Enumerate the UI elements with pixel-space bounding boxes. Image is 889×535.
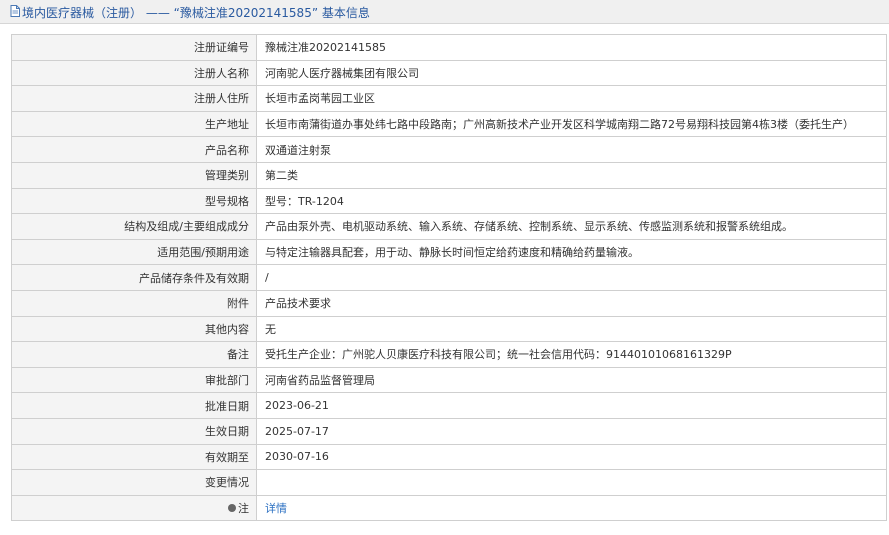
info-row: 管理类别 第二类 xyxy=(11,161,887,189)
note-label-cell: 注 xyxy=(11,494,257,522)
field-label: 型号规格 xyxy=(11,187,257,215)
field-label: 结构及组成/主要组成成分 xyxy=(11,213,257,240)
field-label: 生效日期 xyxy=(11,417,257,445)
note-label: 注 xyxy=(238,501,249,515)
field-label: 注册人住所 xyxy=(11,85,257,112)
info-row: 生产地址 长垣市南蒲街道办事处纬七路中段路南；广州高新技术产业开发区科学城南翔二路… xyxy=(11,110,887,138)
field-label: 其他内容 xyxy=(11,315,257,343)
field-value: 豫械注准20202141585 xyxy=(256,34,887,61)
field-label: 批准日期 xyxy=(11,392,257,419)
field-value: 长垣市南蒲街道办事处纬七路中段路南；广州高新技术产业开发区科学城南翔二路72号易… xyxy=(256,110,887,138)
info-row: 附件 产品技术要求 xyxy=(11,289,887,317)
field-label: 有效期至 xyxy=(11,443,257,471)
info-row: 审批部门 河南省药品监督管理局 xyxy=(11,366,887,394)
field-value xyxy=(256,469,887,496)
info-row: 注册人住所 长垣市孟岗苇园工业区 xyxy=(11,85,887,112)
field-label: 生产地址 xyxy=(11,110,257,138)
info-row: 批准日期 2023-06-21 xyxy=(11,392,887,419)
info-row: 产品名称 双通道注射泵 xyxy=(11,136,887,163)
field-value: 无 xyxy=(256,315,887,343)
field-label: 审批部门 xyxy=(11,366,257,394)
info-row: 适用范围/预期用途 与特定注输器具配套，用于动、静脉长时间恒定给药速度和精确给药量… xyxy=(11,238,887,266)
info-row: 有效期至 2030-07-16 xyxy=(11,443,887,471)
info-row: 生效日期 2025-07-17 xyxy=(11,417,887,445)
field-value: 受托生产企业：广州驼人贝康医疗科技有限公司；统一社会信用代码：914401010… xyxy=(256,341,887,368)
field-label: 注册证编号 xyxy=(11,34,257,61)
field-label: 变更情况 xyxy=(11,469,257,496)
details-link[interactable]: 详情 xyxy=(265,502,287,515)
info-row: 变更情况 xyxy=(11,469,887,496)
field-value: 长垣市孟岗苇园工业区 xyxy=(256,85,887,112)
field-label: 管理类别 xyxy=(11,161,257,189)
field-label: 附件 xyxy=(11,289,257,317)
field-value: 型号：TR-1204 xyxy=(256,187,887,215)
field-value: 2030-07-16 xyxy=(256,443,887,471)
info-row: 注册人名称 河南驼人医疗器械集团有限公司 xyxy=(11,59,887,87)
field-value: 产品技术要求 xyxy=(256,289,887,317)
info-row: 产品储存条件及有效期 / xyxy=(11,264,887,291)
page-title: 境内医疗器械（注册） —— “豫械注准20202141585” 基本信息 xyxy=(22,6,370,20)
field-value: 双通道注射泵 xyxy=(256,136,887,163)
field-value: 2023-06-21 xyxy=(256,392,887,419)
field-value: 河南驼人医疗器械集团有限公司 xyxy=(256,59,887,87)
info-row: 其他内容无 xyxy=(11,315,887,343)
note-value-cell: 详情 xyxy=(256,494,887,522)
field-label: 备注 xyxy=(11,341,257,368)
registration-info-table: 注册证编号 豫械注准20202141585 注册人名称 河南驼人医疗器械集团有限公司注… xyxy=(11,34,887,522)
page-header: 境内医疗器械（注册） —— “豫械注准20202141585” 基本信息 xyxy=(0,0,889,24)
field-value: 与特定注输器具配套，用于动、静脉长时间恒定给药速度和精确给药量输液。 xyxy=(256,238,887,266)
field-value: 第二类 xyxy=(256,161,887,189)
field-value: / xyxy=(256,264,887,291)
info-row: 注册证编号 豫械注准20202141585 xyxy=(11,34,887,61)
info-row: 型号规格 型号：TR-1204 xyxy=(11,187,887,215)
field-label: 产品储存条件及有效期 xyxy=(11,264,257,291)
field-label: 产品名称 xyxy=(11,136,257,163)
field-value: 河南省药品监督管理局 xyxy=(256,366,887,394)
info-row: 结构及组成/主要组成成分 产品由泵外壳、电机驱动系统、输入系统、存储系统、控制系统… xyxy=(11,213,887,240)
note-row: 注 详情 xyxy=(11,494,887,522)
document-icon xyxy=(10,5,20,17)
field-label: 注册人名称 xyxy=(11,59,257,87)
field-label: 适用范围/预期用途 xyxy=(11,238,257,266)
info-row: 备注 受托生产企业：广州驼人贝康医疗科技有限公司；统一社会信用代码：9144010… xyxy=(11,341,887,368)
field-value: 产品由泵外壳、电机驱动系统、输入系统、存储系统、控制系统、显示系统、传感监测系统… xyxy=(256,213,887,240)
pin-icon xyxy=(228,503,236,512)
field-value: 2025-07-17 xyxy=(256,417,887,445)
